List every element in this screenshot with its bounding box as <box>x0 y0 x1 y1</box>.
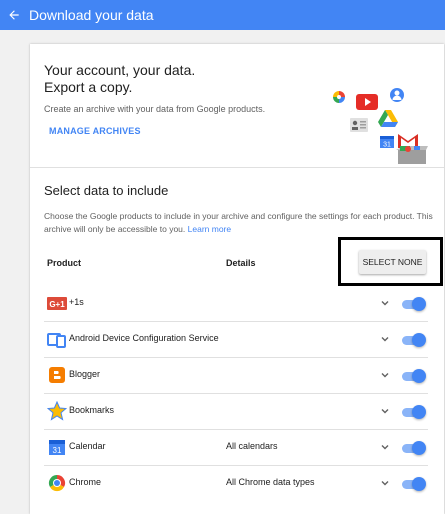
calendar-icon: 31 <box>49 440 65 455</box>
include-toggle[interactable] <box>400 440 426 456</box>
product-name: Chrome <box>69 477 102 487</box>
google-plus-one-icon: G+1 <box>47 297 67 310</box>
svg-text:31: 31 <box>53 446 62 455</box>
chrome-icon <box>48 474 66 492</box>
chevron-down-icon[interactable] <box>380 442 390 452</box>
calendar-small-icon: 31 <box>380 136 394 148</box>
product-details: All Chrome data types <box>226 477 315 487</box>
learn-more-link[interactable]: Learn more <box>188 224 231 234</box>
product-row-calendar: 31 Calendar All calendars <box>44 430 428 466</box>
chevron-down-icon[interactable] <box>380 370 390 380</box>
chevron-down-icon[interactable] <box>380 334 390 344</box>
select-data-description: Choose the Google products to include in… <box>44 210 434 236</box>
product-row-android-device: Android Device Configuration Service <box>44 322 428 358</box>
manage-archives-link[interactable]: MANAGE ARCHIVES <box>49 126 141 136</box>
chevron-down-icon[interactable] <box>380 478 390 488</box>
product-name: +1s <box>69 297 84 307</box>
contacts-card-icon <box>350 118 368 132</box>
include-toggle[interactable] <box>400 368 426 384</box>
chevron-down-icon[interactable] <box>380 298 390 308</box>
android-device-icon <box>47 333 66 348</box>
product-name: Bookmarks <box>69 405 115 415</box>
product-row-plus-ones: G+1 +1s <box>44 286 428 322</box>
svg-text:G+1: G+1 <box>49 300 65 309</box>
back-arrow-icon[interactable] <box>4 5 24 25</box>
account-icon <box>390 88 404 102</box>
product-row-bookmarks: Bookmarks <box>44 394 428 430</box>
app-bar: Download your data <box>0 0 445 30</box>
product-name: Android Device Configuration Service <box>69 333 219 343</box>
hero-subtitle: Create an archive with your data from Go… <box>44 104 266 114</box>
product-name: Blogger <box>69 369 101 379</box>
product-row-blogger: Blogger <box>44 358 428 394</box>
drive-icon <box>378 110 398 127</box>
youtube-icon <box>356 94 378 110</box>
blogger-icon <box>49 367 65 383</box>
select-none-highlight: SELECT NONE <box>338 237 443 286</box>
hero-section: Your account, your data. Export a copy. … <box>30 44 444 168</box>
product-icons-illustration: 31 <box>328 78 432 164</box>
svg-text:31: 31 <box>383 142 391 149</box>
description-text: Choose the Google products to include in… <box>44 211 433 234</box>
photos-pinwheel-icon <box>333 91 345 103</box>
product-row-chrome: Chrome All Chrome data types <box>44 466 428 502</box>
include-toggle[interactable] <box>400 476 426 492</box>
include-toggle[interactable] <box>400 404 426 420</box>
hero-heading-line1: Your account, your data. <box>44 62 196 78</box>
product-details: All calendars <box>226 441 278 451</box>
select-data-title: Select data to include <box>44 183 169 198</box>
select-none-button[interactable]: SELECT NONE <box>359 250 426 274</box>
bookmarks-star-icon <box>47 401 67 421</box>
include-toggle[interactable] <box>400 296 426 312</box>
product-column-header: Product <box>47 258 82 268</box>
product-name: Calendar <box>69 441 106 451</box>
include-toggle[interactable] <box>400 332 426 348</box>
page-title: Download your data <box>29 7 154 23</box>
hero-heading-line2: Export a copy. <box>44 79 133 95</box>
export-card: Your account, your data. Export a copy. … <box>30 44 444 514</box>
details-column-header: Details <box>226 258 256 268</box>
chevron-down-icon[interactable] <box>380 406 390 416</box>
archive-box-icon <box>396 146 428 164</box>
